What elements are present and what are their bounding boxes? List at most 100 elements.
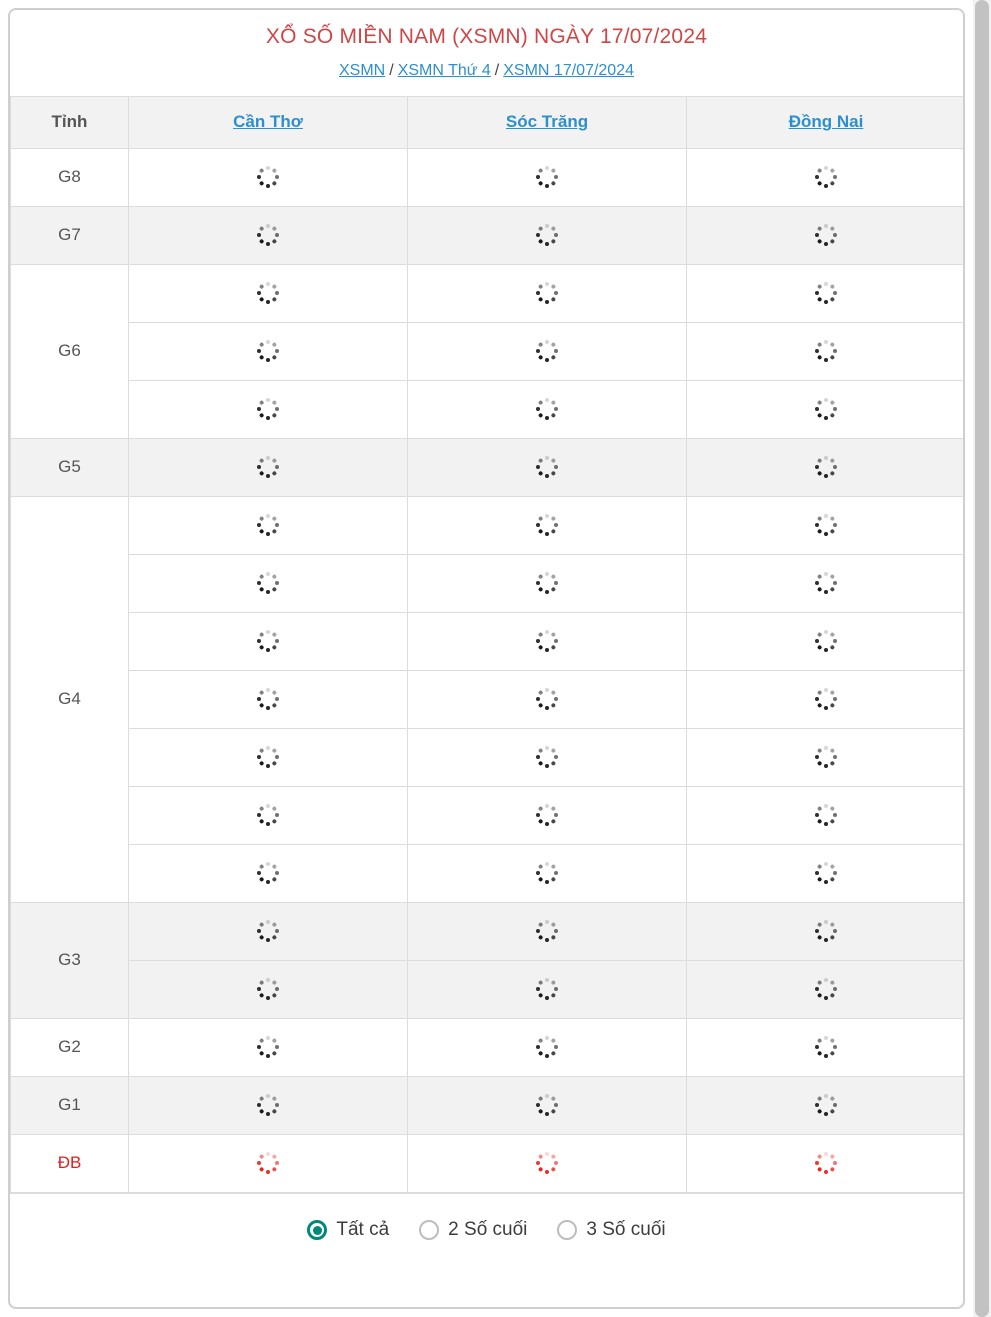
result-cell[interactable] bbox=[128, 843, 408, 903]
breadcrumb: XSMN / XSMN Thứ 4/XSMN 17/07/2024 bbox=[20, 61, 953, 82]
table-header: Tỉnh Cần Thơ Sóc Trăng Đồng Nai bbox=[10, 95, 963, 149]
result-cell[interactable] bbox=[686, 205, 963, 265]
result-cell[interactable] bbox=[128, 959, 408, 1019]
radio-button-icon[interactable] bbox=[419, 1220, 440, 1241]
result-cell[interactable] bbox=[128, 495, 408, 555]
loading-spinner-icon bbox=[534, 1034, 560, 1060]
breadcrumb-link-weekday[interactable]: XSMN Thứ 4 bbox=[398, 62, 491, 79]
breadcrumb-link-date[interactable]: XSMN 17/07/2024 bbox=[503, 62, 634, 79]
result-cell[interactable] bbox=[686, 553, 963, 613]
result-cell[interactable] bbox=[407, 495, 687, 555]
loading-spinner-icon bbox=[534, 628, 560, 654]
column-header-province-2: Sóc Trăng bbox=[407, 95, 687, 149]
result-cell[interactable] bbox=[686, 437, 963, 497]
result-cell[interactable] bbox=[686, 959, 963, 1019]
result-cell[interactable] bbox=[686, 669, 963, 729]
result-cell[interactable] bbox=[128, 205, 408, 265]
result-cell[interactable] bbox=[686, 611, 963, 671]
result-cell[interactable] bbox=[407, 959, 687, 1019]
page-title: XỔ SỐ MIỀN NAM (XSMN) NGÀY 17/07/2024 bbox=[265, 25, 708, 48]
table-row: ĐB bbox=[10, 1133, 963, 1193]
filter-option-1[interactable]: 2 Số cuối bbox=[419, 1219, 527, 1241]
result-cell[interactable] bbox=[407, 437, 687, 497]
breadcrumb-separator: / bbox=[389, 62, 394, 80]
result-cell[interactable] bbox=[686, 901, 963, 961]
result-cell[interactable] bbox=[686, 1133, 963, 1193]
result-cell[interactable] bbox=[686, 321, 963, 381]
result-cell[interactable] bbox=[407, 727, 687, 787]
loading-spinner-icon bbox=[255, 1092, 281, 1118]
result-cell[interactable] bbox=[407, 263, 687, 323]
loading-spinner-icon bbox=[255, 338, 281, 364]
loading-spinner-icon bbox=[534, 338, 560, 364]
result-cell[interactable] bbox=[128, 321, 408, 381]
province-link-3[interactable]: Đồng Nai bbox=[789, 112, 864, 131]
result-cell[interactable] bbox=[407, 611, 687, 671]
loading-spinner-icon bbox=[255, 860, 281, 886]
page-scrollbar-thumb[interactable] bbox=[975, 0, 989, 1317]
result-cell[interactable] bbox=[686, 263, 963, 323]
page-root: XỔ SỐ MIỀN NAM (XSMN) NGÀY 17/07/2024 XS… bbox=[0, 0, 991, 1317]
loading-spinner-icon bbox=[255, 164, 281, 190]
province-link-2[interactable]: Sóc Trăng bbox=[506, 112, 588, 131]
result-cell[interactable] bbox=[128, 669, 408, 729]
result-cell[interactable] bbox=[407, 147, 687, 207]
result-cell[interactable] bbox=[686, 495, 963, 555]
loading-spinner-icon bbox=[813, 1034, 839, 1060]
result-cell[interactable] bbox=[686, 785, 963, 845]
result-cell[interactable] bbox=[407, 901, 687, 961]
loading-spinner-icon bbox=[255, 454, 281, 480]
result-cell[interactable] bbox=[686, 1075, 963, 1135]
result-cell[interactable] bbox=[128, 1075, 408, 1135]
loading-spinner-icon bbox=[813, 686, 839, 712]
loading-spinner-icon bbox=[255, 1034, 281, 1060]
result-cell[interactable] bbox=[128, 727, 408, 787]
result-cell[interactable] bbox=[128, 553, 408, 613]
loading-spinner-icon bbox=[534, 802, 560, 828]
result-cell[interactable] bbox=[407, 785, 687, 845]
filter-option-label: Tất cả bbox=[336, 1219, 390, 1241]
result-cell[interactable] bbox=[686, 843, 963, 903]
province-link-1[interactable]: Cần Thơ bbox=[233, 112, 303, 131]
result-cell[interactable] bbox=[407, 1017, 687, 1077]
page-scrollbar[interactable] bbox=[973, 0, 991, 1317]
result-cell[interactable] bbox=[128, 437, 408, 497]
result-cell[interactable] bbox=[407, 553, 687, 613]
result-cell[interactable] bbox=[686, 727, 963, 787]
loading-spinner-icon bbox=[255, 918, 281, 944]
result-cell[interactable] bbox=[128, 1133, 408, 1193]
result-cell[interactable] bbox=[407, 843, 687, 903]
prize-label-cell: ĐB bbox=[10, 1133, 129, 1193]
result-cell[interactable] bbox=[407, 1075, 687, 1135]
loading-spinner-icon bbox=[534, 280, 560, 306]
result-cell[interactable] bbox=[128, 263, 408, 323]
filter-option-label: 3 Số cuối bbox=[586, 1219, 666, 1241]
result-cell[interactable] bbox=[128, 147, 408, 207]
result-cell[interactable] bbox=[128, 901, 408, 961]
breadcrumb-link-xsmn[interactable]: XSMN bbox=[339, 62, 385, 79]
result-cell[interactable] bbox=[407, 1133, 687, 1193]
filter-option-0[interactable]: Tất cả bbox=[307, 1219, 389, 1241]
loading-spinner-icon bbox=[813, 802, 839, 828]
radio-button-icon[interactable] bbox=[307, 1220, 328, 1241]
loading-spinner-icon bbox=[813, 918, 839, 944]
prize-label-cell: G7 bbox=[10, 205, 129, 265]
result-cell[interactable] bbox=[128, 1017, 408, 1077]
result-cell[interactable] bbox=[686, 379, 963, 439]
result-cell[interactable] bbox=[407, 379, 687, 439]
result-cell[interactable] bbox=[686, 147, 963, 207]
result-cell[interactable] bbox=[407, 669, 687, 729]
loading-spinner-icon bbox=[813, 280, 839, 306]
loading-spinner-icon bbox=[255, 396, 281, 422]
radio-button-icon[interactable] bbox=[557, 1220, 578, 1241]
filter-option-2[interactable]: 3 Số cuối bbox=[557, 1219, 666, 1241]
result-cell[interactable] bbox=[128, 785, 408, 845]
loading-spinner-icon bbox=[534, 1092, 560, 1118]
result-cell[interactable] bbox=[407, 205, 687, 265]
result-cell[interactable] bbox=[686, 1017, 963, 1077]
loading-spinner-icon bbox=[534, 164, 560, 190]
table-row: G5 bbox=[10, 437, 963, 497]
result-cell[interactable] bbox=[128, 611, 408, 671]
result-cell[interactable] bbox=[128, 379, 408, 439]
result-cell[interactable] bbox=[407, 321, 687, 381]
